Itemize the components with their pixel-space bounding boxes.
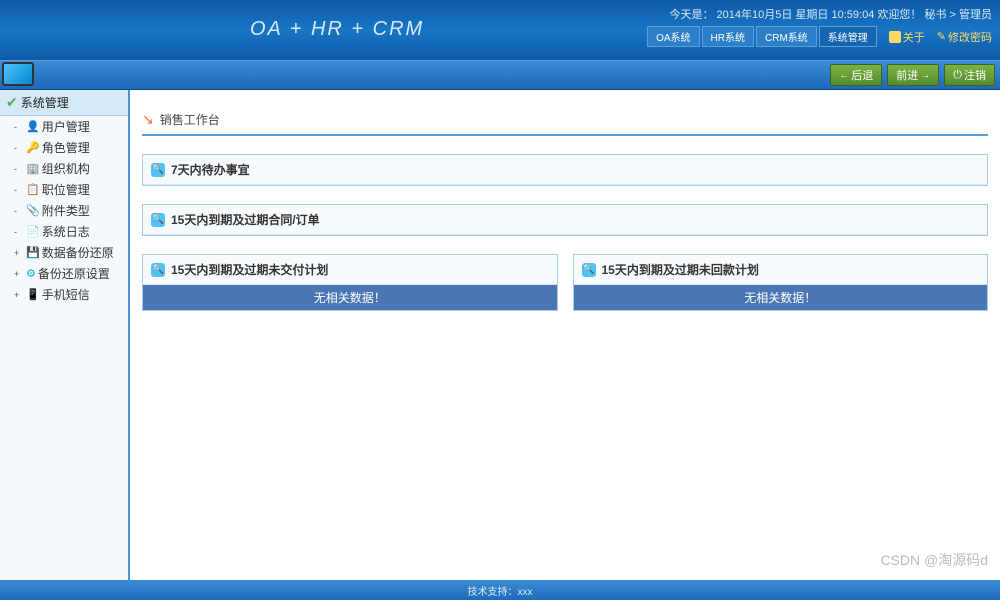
panel-title: 15天内到期及过期未回款计划: [602, 261, 759, 278]
panel-body: 无相关数据！: [143, 285, 557, 310]
panel-delivery: 🔍 15天内到期及过期未交付计划 无相关数据！: [142, 254, 558, 311]
log-icon: 📄: [26, 225, 40, 238]
about-link[interactable]: 关于: [889, 29, 925, 45]
key-icon: ✎: [937, 30, 946, 43]
panel-receivable: 🔍 15天内到期及过期未回款计划 无相关数据！: [573, 254, 989, 311]
tab-hr[interactable]: HR系统: [702, 26, 754, 47]
watermark: CSDN @淘源码d: [880, 550, 988, 570]
sidebar-item-backup[interactable]: +💾数据备份还原: [0, 242, 128, 263]
panel-header: 🔍 15天内到期及过期未回款计划: [574, 255, 988, 285]
dash-icon: -: [14, 143, 24, 153]
main-area: ✔ 系统管理 -👤用户管理 -🔑角色管理 -🏢组织机构 -📋职位管理 -📎附件类…: [0, 90, 1000, 580]
back-button[interactable]: ←后退: [830, 64, 882, 86]
sidebar: ✔ 系统管理 -👤用户管理 -🔑角色管理 -🏢组织机构 -📋职位管理 -📎附件类…: [0, 90, 130, 580]
panel-header: 🔍 15天内到期及过期未交付计划: [143, 255, 557, 285]
dash-icon: -: [14, 185, 24, 195]
date-label: 今天是：: [669, 9, 713, 21]
monitor-icon: [2, 62, 42, 98]
no-data-message: 无相关数据！: [574, 285, 988, 310]
search-icon[interactable]: 🔍: [582, 263, 596, 277]
no-data-message: 无相关数据！: [143, 285, 557, 310]
user-icon: 👤: [26, 120, 40, 133]
workspace-title-bar: ↘ 销售工作台: [142, 105, 988, 136]
sidebar-item-org[interactable]: -🏢组织机构: [0, 158, 128, 179]
plus-icon: +: [14, 290, 24, 300]
panel-header: 🔍 7天内待办事宜: [143, 155, 987, 185]
panel-body: 无相关数据！: [574, 285, 988, 310]
dash-icon: -: [14, 122, 24, 132]
dash-icon: -: [14, 164, 24, 174]
workspace-title: 销售工作台: [160, 111, 220, 128]
plus-icon: +: [14, 269, 24, 279]
two-column-row: 🔍 15天内到期及过期未交付计划 无相关数据！ 🔍 15天内到期及过期未回款计划…: [142, 254, 988, 311]
search-icon[interactable]: 🔍: [151, 263, 165, 277]
attachment-icon: 📎: [26, 204, 40, 217]
panel-title: 15天内到期及过期未交付计划: [171, 261, 328, 278]
sidebar-item-restore[interactable]: +⚙备份还原设置: [0, 263, 128, 284]
power-icon: ⏻: [953, 69, 962, 82]
plus-icon: +: [14, 248, 24, 258]
dash-icon: -: [14, 227, 24, 237]
time-value: 10:59:04: [832, 9, 875, 21]
search-icon[interactable]: 🔍: [151, 163, 165, 177]
arrow-right-icon: →: [920, 70, 930, 81]
header-right: 今天是： 2014年10月5日 星期日 10:59:04 欢迎您！ 秘书 > 管…: [647, 6, 992, 47]
sidebar-item-log[interactable]: -📄系统日志: [0, 221, 128, 242]
panel-todo: 🔍 7天内待办事宜: [142, 154, 988, 186]
panel-contracts: 🔍 15天内到期及过期合同/订单: [142, 204, 988, 236]
weekday-value: 星期日: [795, 9, 828, 21]
info-icon: [889, 31, 901, 43]
pos-icon: 📋: [26, 183, 40, 196]
app-title: OA + HR + CRM: [250, 18, 424, 41]
user-role: 秘书 > 管理员: [924, 9, 992, 21]
org-icon: 🏢: [26, 162, 40, 175]
search-icon[interactable]: 🔍: [151, 213, 165, 227]
tab-crm[interactable]: CRM系统: [756, 26, 817, 47]
sms-icon: 📱: [26, 288, 40, 301]
sidebar-item-sms[interactable]: +📱手机短信: [0, 284, 128, 305]
role-icon: 🔑: [26, 141, 40, 154]
tab-oa[interactable]: OA系统: [647, 26, 699, 47]
tab-system[interactable]: 系统管理: [819, 26, 877, 47]
toolbar: ←后退 前进→ ⏻注销: [0, 60, 1000, 90]
footer-bar: 技术支持：xxx: [0, 580, 1000, 600]
app-header: OA + HR + CRM 今天是： 2014年10月5日 星期日 10:59:…: [0, 0, 1000, 60]
arrow-left-icon: ←: [839, 70, 849, 81]
restore-icon: ⚙: [26, 267, 36, 280]
date-value: 2014年10月5日: [717, 9, 793, 21]
forward-button[interactable]: 前进→: [887, 64, 939, 86]
sidebar-item-role[interactable]: -🔑角色管理: [0, 137, 128, 158]
welcome-text: 欢迎您！: [877, 9, 921, 21]
panel-header: 🔍 15天内到期及过期合同/订单: [143, 205, 987, 235]
logout-button[interactable]: ⏻注销: [944, 64, 995, 86]
header-info: 今天是： 2014年10月5日 星期日 10:59:04 欢迎您！ 秘书 > 管…: [647, 6, 992, 22]
content-area: ↘ 销售工作台 🔍 7天内待办事宜 🔍 15天内到期及过期合同/订单 🔍 15天…: [130, 90, 1000, 580]
panel-title: 15天内到期及过期合同/订单: [171, 211, 320, 228]
header-tabs: OA系统 HR系统 CRM系统 系统管理 关于 ✎修改密码: [647, 26, 992, 47]
change-pwd-link[interactable]: ✎修改密码: [937, 29, 992, 45]
backup-icon: 💾: [26, 246, 40, 259]
dash-icon: -: [14, 206, 24, 216]
sidebar-item-user[interactable]: -👤用户管理: [0, 116, 128, 137]
panel-title: 7天内待办事宜: [171, 161, 250, 178]
arrow-icon: ↘: [142, 111, 154, 128]
footer-text: 技术支持：xxx: [468, 583, 533, 598]
sidebar-item-att[interactable]: -📎附件类型: [0, 200, 128, 221]
sidebar-item-pos[interactable]: -📋职位管理: [0, 179, 128, 200]
